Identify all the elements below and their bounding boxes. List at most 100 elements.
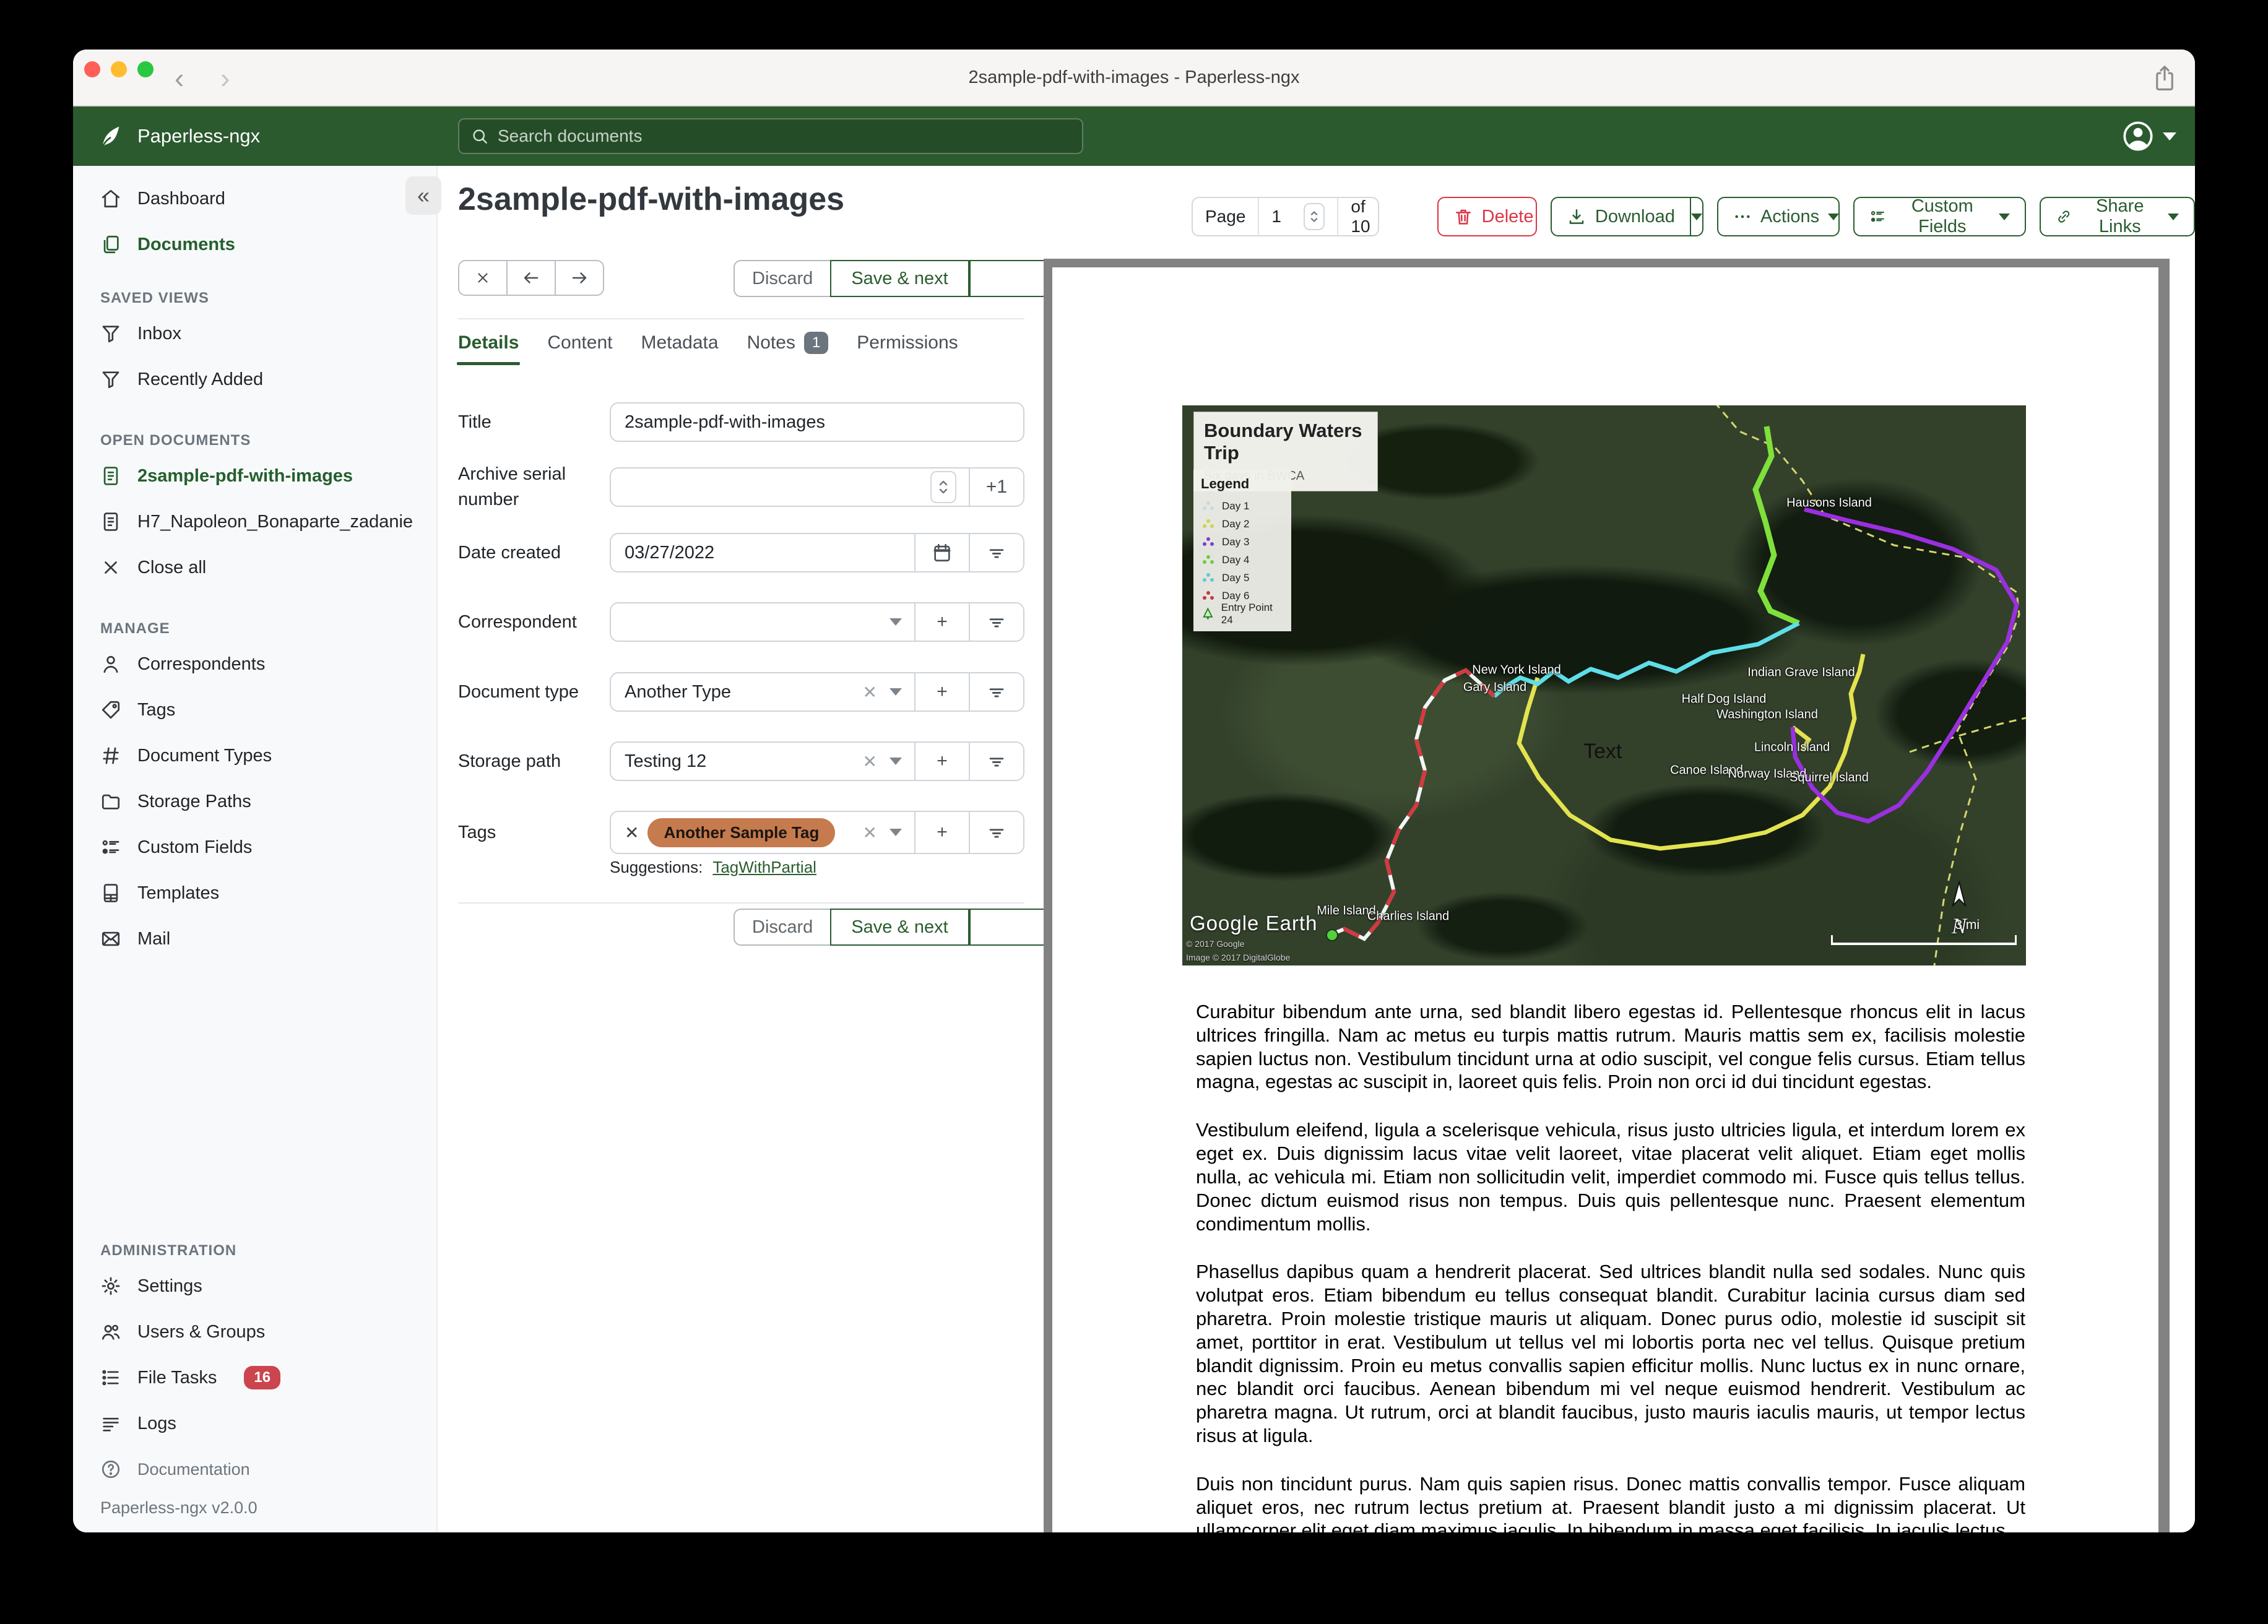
asn-input[interactable]	[625, 477, 917, 498]
sidebar-item-logs[interactable]: Logs	[73, 1401, 436, 1446]
chevron-down-icon[interactable]	[889, 618, 902, 626]
sidebar-section-saved-views: SAVED VIEWS	[100, 290, 209, 306]
close-icon	[100, 557, 121, 578]
share-icon[interactable]	[2152, 63, 2178, 94]
sidebar-item-documents[interactable]: Documents	[73, 222, 436, 267]
sidebar-item-correspondents[interactable]: Correspondents	[73, 641, 436, 687]
zoom-window-button[interactable]	[137, 61, 154, 77]
filter-icon	[989, 829, 1004, 838]
add-document-type-button[interactable]: +	[914, 673, 969, 710]
asn-label: Archive serial number	[458, 464, 566, 509]
date-created-input[interactable]	[625, 542, 901, 563]
correspondent-filter-button[interactable]	[969, 603, 1023, 641]
clear-icon[interactable]: ✕	[863, 682, 877, 702]
page-stepper[interactable]	[1304, 203, 1325, 230]
next-document-button[interactable]	[555, 260, 604, 296]
calendar-button[interactable]	[914, 534, 969, 571]
asn-plus-one-button[interactable]: +1	[969, 468, 1023, 506]
date-filter-button[interactable]	[969, 534, 1023, 571]
tags-label: Tags	[458, 822, 496, 842]
sidebar-item-templates[interactable]: Templates	[73, 870, 436, 916]
chevron-down-icon[interactable]	[889, 758, 902, 765]
correspondent-select[interactable]	[611, 603, 889, 641]
discard-button[interactable]: Discard	[734, 909, 831, 946]
map-title: Boundary Waters Trip	[1204, 420, 1362, 464]
browser-back-button[interactable]: ‹	[175, 50, 184, 106]
users-icon	[100, 1321, 121, 1342]
save-cluster-top: Discard Save & next Save	[734, 260, 1050, 297]
tags-select[interactable]: ✕ Another Sample Tag	[611, 812, 863, 853]
title-input[interactable]	[625, 412, 1010, 433]
sidebar-item-users-groups[interactable]: Users & Groups	[73, 1309, 436, 1355]
sidebar-item-dashboard[interactable]: Dashboard	[73, 176, 436, 222]
sidebar-item-mail[interactable]: Mail	[73, 916, 436, 962]
tree-icon	[1203, 607, 1213, 620]
window-title: 2sample-pdf-with-images - Paperless-ngx	[968, 67, 1300, 87]
previous-document-button[interactable]	[506, 260, 556, 296]
custom-fields-button[interactable]: Custom Fields	[1853, 197, 2027, 236]
legend-row: Day 2	[1201, 515, 1284, 533]
help-icon	[100, 1459, 121, 1480]
tags-filter-button[interactable]	[969, 812, 1023, 853]
suggestion-link[interactable]: TagWithPartial	[712, 858, 816, 877]
logs-icon	[100, 1413, 121, 1434]
tab-details[interactable]: Details	[456, 332, 521, 365]
close-window-button[interactable]	[84, 61, 100, 77]
map-island-label: Squirrel Island	[1790, 771, 1869, 785]
trash-icon	[1455, 209, 1471, 225]
pdf-preview-pane[interactable]: Hausons Island New York Island Gary Isla…	[1044, 259, 2170, 1532]
tab-content[interactable]: Content	[547, 332, 612, 365]
sidebar-collapse-button[interactable]: «	[405, 176, 441, 215]
share-links-button[interactable]: Share Links	[2040, 197, 2195, 236]
sidebar-item-file-tasks[interactable]: File Tasks 16	[73, 1355, 436, 1401]
tab-metadata[interactable]: Metadata	[641, 332, 718, 365]
close-document-button[interactable]	[458, 260, 508, 296]
delete-button[interactable]: Delete	[1437, 197, 1537, 236]
browser-forward-button[interactable]: ›	[220, 50, 230, 106]
funnel-icon	[100, 323, 121, 344]
clear-icon[interactable]: ✕	[863, 823, 877, 843]
add-correspondent-button[interactable]: +	[914, 603, 969, 641]
asn-stepper[interactable]	[930, 470, 956, 503]
tab-notes[interactable]: Notes 1	[747, 332, 829, 365]
brand[interactable]: Paperless-ngx	[97, 106, 260, 166]
page-number-input[interactable]	[1271, 207, 1304, 227]
page-control: Page of 10	[1192, 197, 1379, 236]
form-row-asn: Archive serial number +1	[458, 462, 1024, 512]
map-island-label: New York Island	[1472, 663, 1561, 677]
chevron-down-icon[interactable]	[889, 688, 902, 696]
sidebar-item-close-all[interactable]: Close all	[73, 545, 436, 590]
actions-button[interactable]: Actions	[1717, 197, 1840, 236]
download-menu-button[interactable]	[1689, 198, 1702, 235]
remove-tag-icon[interactable]: ✕	[625, 823, 639, 843]
save-next-button[interactable]: Save & next	[830, 909, 969, 946]
save-button[interactable]: Save	[969, 909, 1050, 946]
chevron-down-icon[interactable]	[889, 829, 902, 836]
sidebar-item-recently-added[interactable]: Recently Added	[73, 356, 436, 402]
sidebar-item-inbox[interactable]: Inbox	[73, 311, 436, 356]
sidebar-item-document-types[interactable]: Document Types	[73, 733, 436, 779]
save-next-button[interactable]: Save & next	[830, 260, 969, 297]
sidebar-item-storage-paths[interactable]: Storage Paths	[73, 779, 436, 824]
minimize-window-button[interactable]	[111, 61, 127, 77]
discard-button[interactable]: Discard	[734, 260, 831, 297]
search-input[interactable]	[498, 126, 1071, 146]
clear-icon[interactable]: ✕	[863, 751, 877, 772]
document-type-select[interactable]: Another Type	[611, 673, 863, 710]
download-button[interactable]: Download	[1550, 197, 1704, 236]
add-storage-path-button[interactable]: +	[914, 743, 969, 780]
storage-path-filter-button[interactable]	[969, 743, 1023, 780]
sidebar-item-open-doc-2[interactable]: H7_Napoleon_Bonaparte_zadanie	[73, 499, 436, 545]
sidebar-item-settings[interactable]: Settings	[73, 1263, 436, 1309]
tag-chip[interactable]: Another Sample Tag	[647, 818, 836, 847]
document-type-filter-button[interactable]	[969, 673, 1023, 710]
sidebar-item-tags[interactable]: Tags	[73, 687, 436, 733]
sidebar-item-open-doc-1[interactable]: 2sample-pdf-with-images	[73, 453, 436, 499]
storage-path-select[interactable]: Testing 12	[611, 743, 863, 780]
add-tag-button[interactable]: +	[914, 812, 969, 853]
save-button[interactable]: Save	[969, 260, 1050, 297]
tab-permissions[interactable]: Permissions	[857, 332, 958, 365]
sidebar-item-documentation[interactable]: Documentation	[73, 1446, 436, 1492]
sidebar-item-custom-fields[interactable]: Custom Fields	[73, 824, 436, 870]
user-menu[interactable]	[2122, 106, 2176, 166]
